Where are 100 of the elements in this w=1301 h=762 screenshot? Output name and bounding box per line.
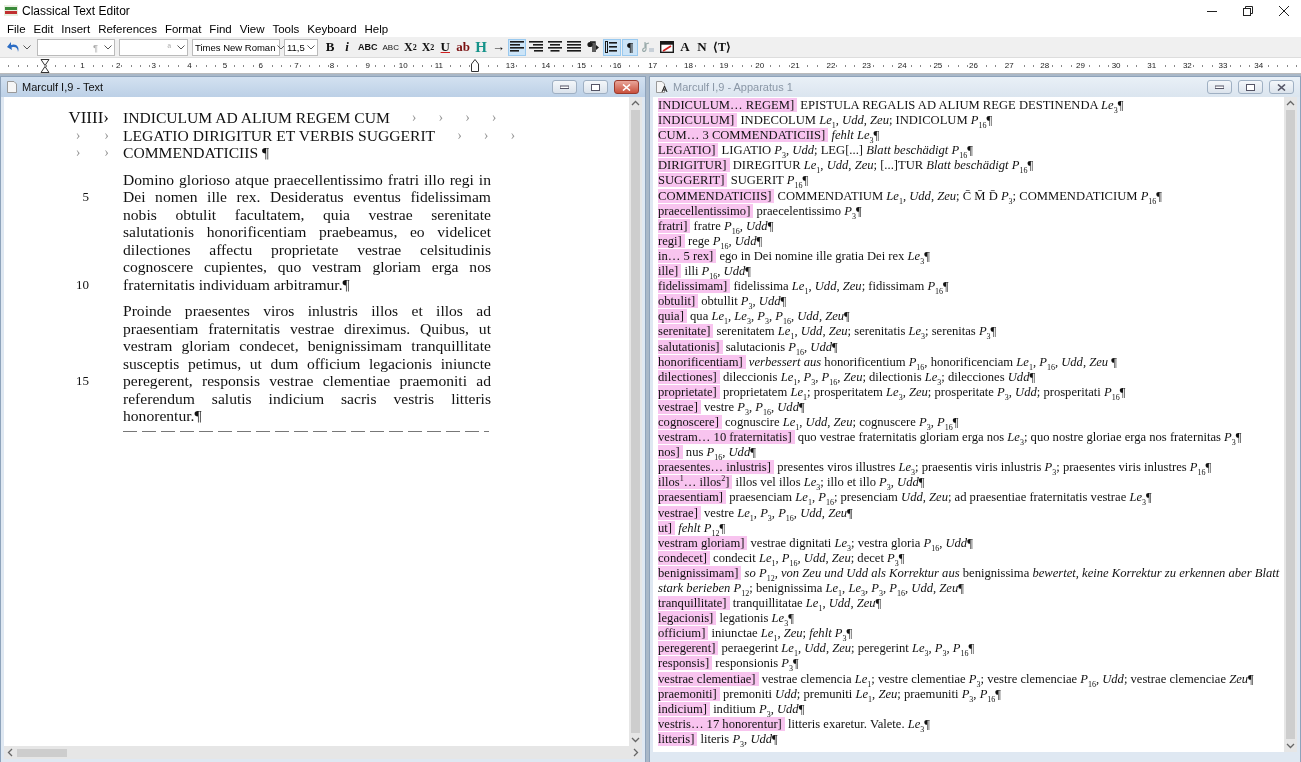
chevron-up-icon[interactable] (631, 100, 640, 106)
minimize-button[interactable] (1207, 80, 1232, 94)
align-center-icon (548, 41, 563, 53)
heading-line: INDICULUM AD ALIUM REGEM CUM (123, 109, 390, 127)
menu-item[interactable]: Format (160, 23, 206, 35)
small-caps-glyph[interactable]: ABC (380, 38, 401, 56)
chevron-right-icon[interactable] (633, 748, 639, 757)
apparatus-entry: responsis] responsionis P$_{3}$¶ (658, 656, 800, 672)
ruler-number: 11 (433, 61, 445, 70)
ruler-number: 17 (647, 61, 659, 70)
italic-glyph[interactable]: i (339, 38, 355, 56)
bold-glyph[interactable]: A (677, 38, 694, 56)
ruler-number: 27 (1003, 61, 1015, 70)
window-icon (660, 41, 675, 53)
toolbar-button[interactable] (603, 38, 622, 56)
chapter-number: VIIII› (68, 109, 109, 127)
menu-item[interactable]: Find (205, 23, 236, 35)
bold-glyph[interactable]: → (490, 38, 508, 56)
format-glyph[interactable]: ⟨T⟩ (711, 38, 734, 56)
margin-marker-icon[interactable] (470, 58, 479, 72)
maximize-button[interactable] (583, 80, 608, 94)
menu-item[interactable]: View (235, 23, 269, 35)
text-line: susceptis petimus, ut dum officium legacionis iniuncte (123, 354, 491, 372)
caret-icon (23, 44, 31, 50)
menu-item[interactable]: File (3, 23, 30, 35)
apparatus-entry: quia] qua Le$_{1}$, Le$_{3}$, P$_{3}$, P$_{16}$, Udd, Zeu¶ (658, 309, 851, 325)
apparatus-entry: vestris… 17 honorentur] litteris exaretur. Valete. Le$_{3}$¶ (658, 716, 931, 732)
line-number: 10 (75, 275, 90, 293)
heading-line: LEGATIO DIRIGITUR ET VERBIS SUGGERIT (123, 126, 436, 144)
chevron-down-icon[interactable] (631, 737, 640, 743)
caret-icon (307, 44, 315, 50)
apparatus-entry: tranquillitate] tranquillitatae Le$_{1}$, Udd, Zeu¶ (658, 596, 883, 612)
ruler-number: 2 (114, 61, 122, 70)
minimize-icon[interactable] (560, 85, 569, 89)
vertical-scrollbar[interactable] (629, 97, 642, 746)
text-line: Domino glorioso atque praecellentissimo fratri illo regi in (123, 170, 491, 188)
ruler-number: 9 (364, 61, 371, 70)
bold-glyph[interactable]: ¶ (622, 38, 639, 56)
bold-glyph[interactable]: B (322, 38, 338, 56)
minimize-icon[interactable] (1215, 85, 1224, 89)
menu-item[interactable]: Help (360, 23, 393, 35)
ruler-number: 20 (754, 61, 766, 70)
maximize-icon[interactable] (591, 83, 600, 91)
minimize-button[interactable] (552, 80, 577, 94)
apparatus-entry: SUGGERIT] SUGERIT P$_{16}$¶ (658, 173, 810, 189)
maximize-icon[interactable] (1246, 83, 1255, 91)
ruler-number: 4 (186, 61, 193, 70)
vertical-scrollbar[interactable] (1284, 97, 1297, 752)
menu-item[interactable]: Tools (268, 23, 304, 35)
toolbar-button[interactable] (658, 38, 677, 56)
maximize-button[interactable] (1238, 80, 1263, 94)
list-icon (605, 41, 620, 53)
apparatus-entry: in… 5 rex] ego in Dei nomine ille gratia Dei rex Le$_{3}$¶ (658, 248, 931, 265)
underline-glyph[interactable]: U (437, 38, 454, 56)
ruler-number: 7 (293, 61, 300, 70)
ruler-number: 19 (718, 61, 730, 70)
ruler-number: 34 (1253, 61, 1265, 70)
apparatus-entry: officium] iniunctae Le$_{1}$, Zeu; fehlt P$_{3}$¶ (658, 626, 854, 642)
strikethrough-glyph[interactable]: ab (454, 38, 473, 56)
menu-item[interactable]: Keyboard (303, 23, 361, 35)
small-caps-glyph[interactable]: ABC (356, 38, 380, 56)
text-line: dilectiones affectu proprietate vestrae celsitudinis (123, 240, 491, 258)
apparatus-entry: serenitate] serenitatem Le$_{1}$, Udd, Zeu; serenitatis Le$_{3}$; serenitas P$_{3}$¶ (658, 324, 998, 340)
ruler-number: 25 (932, 61, 944, 70)
apparatus-entry: COMMENDATICIIS] COMMENDATIUM Le$_{1}$, Udd, Zeu; C̄ M̄ D̄ P$_{3}$; COMMENDATICIUM P$_{16}$¶ (658, 188, 1164, 204)
bold-glyph[interactable]: N (694, 38, 711, 56)
apparatus-entry: vestrae clementiae] vestrae clemencia Le$_{1}$; vestre clementiae P$_{3}$; vestre clemenciae P$_{16}$, Udd; vestrae clemenciae Zeu¶ (658, 671, 1255, 687)
chevron-up-icon[interactable] (1286, 100, 1295, 106)
ruler-number: 29 (1075, 61, 1086, 70)
text-line: nobis obtulit facultatem, quia vestrae serenitate (123, 205, 491, 223)
close-icon[interactable] (1279, 5, 1289, 16)
menu-item[interactable]: Edit (29, 23, 58, 35)
chevron-left-icon[interactable] (7, 748, 13, 757)
apparatus-entry: vestram gloriam] vestrae dignitati Le$_{3}$; vestra gloria P$_{16}$, Udd¶ (658, 535, 974, 551)
apparatus-entry: vestram… 10 fraternitatis] quo vestrae fraternitatis gloriam erga nos Le$_{3}$; quo nostre gloriae erga nos fraternitas P$_{3}$¶ (658, 430, 1243, 446)
indent-marker-icon[interactable] (40, 58, 50, 73)
tab-mark: › (438, 109, 444, 127)
close-icon[interactable] (1277, 83, 1286, 91)
toolbar-button[interactable] (508, 38, 527, 56)
text-line: fraternitatis individuam arbitramur.¶ (123, 275, 351, 293)
restore-icon[interactable] (1243, 5, 1253, 16)
apparatus-entry: litteris] literis P$_{3}$, Udd¶ (658, 731, 779, 748)
apparatus-entry: ut] fehlt P$_{12}$¶ (658, 520, 727, 536)
caret-icon (104, 44, 112, 50)
ruler-number: 23 (861, 61, 873, 70)
ruler-number: 10 (397, 61, 409, 70)
text-line: peregerent, responsis vestrae clementiae praemoniti ad (123, 372, 491, 390)
apparatus-entry: praecellentissimo] praecelentissimo P$_{3}$¶ (658, 203, 863, 219)
chevron-down-icon[interactable] (1286, 743, 1295, 749)
notes-icon (641, 41, 656, 53)
menu-item[interactable]: References (94, 23, 161, 35)
close-button[interactable] (1269, 80, 1294, 94)
text-line: cognoscere cupientes, quo vestram gloriam erga nos (123, 258, 491, 276)
horizontal-scrollbar[interactable] (4, 746, 642, 759)
apparatus-entry: cognoscere] cognuscire Le$_{1}$, Udd, Zeu; cognuscere P$_{3}$, P$_{16}$¶ (658, 414, 960, 431)
close-button[interactable] (614, 80, 639, 94)
window-title: Marculf I,9 - Apparatus 1 (673, 81, 794, 93)
dropdown[interactable]: 11,5 (284, 38, 318, 56)
menu-item[interactable]: Insert (57, 23, 95, 35)
ruler-number: 21 (789, 61, 801, 70)
